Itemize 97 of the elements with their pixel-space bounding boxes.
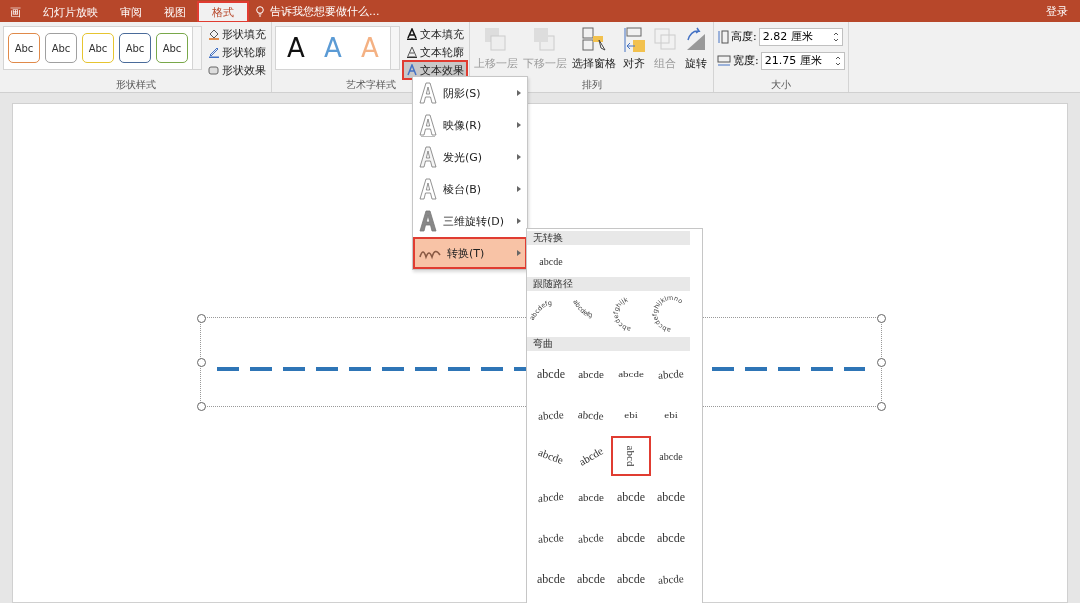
ribbon-button[interactable]: 旋转	[682, 26, 710, 71]
caret-icon	[517, 250, 521, 256]
resize-handle[interactable]	[877, 314, 886, 323]
menu-item[interactable]: 棱台(B)	[413, 173, 527, 205]
warp-preset[interactable]: abcde	[651, 518, 691, 558]
field-label: 高度:	[731, 29, 757, 44]
sign-in-link[interactable]: 登录	[1046, 3, 1068, 19]
width-icon	[717, 54, 731, 67]
warp-preset[interactable]: abcde	[571, 436, 611, 476]
spin-field[interactable]: 21.75 厘米	[760, 51, 845, 70]
ribbon-command[interactable]: 形状效果	[206, 62, 268, 78]
warp-preset[interactable]: ebi	[611, 395, 651, 435]
section-heading: 无转换	[527, 231, 690, 245]
caret-icon	[517, 122, 521, 128]
align-icon	[621, 26, 647, 54]
caret-icon	[517, 186, 521, 192]
warp-preset[interactable]: abcd	[611, 436, 651, 476]
warp-preset[interactable]: ebi	[651, 395, 691, 435]
warp-preset[interactable]: abcde	[531, 518, 571, 558]
ribbon-tab[interactable]: 审阅	[110, 2, 152, 22]
resize-handle[interactable]	[197, 314, 206, 323]
menu-item[interactable]: 转换(T)	[413, 237, 527, 269]
spinner-icon[interactable]	[834, 54, 841, 67]
ribbon-command[interactable]: 形状填充	[206, 26, 268, 42]
letter-outline-icon	[418, 145, 438, 169]
gallery-scrollbar[interactable]	[391, 26, 400, 70]
warp-preset[interactable]: abcde	[611, 354, 651, 394]
section-heading: 跟随路径	[527, 277, 690, 291]
ribbon-tab[interactable]: 幻灯片放映	[33, 2, 108, 22]
shape-effect-icon	[208, 64, 220, 76]
field-label: 宽度:	[733, 53, 759, 68]
shape-style-swatch[interactable]: Abc	[45, 33, 77, 63]
menu-item[interactable]: 阴影(S)	[413, 77, 527, 109]
ribbon-command[interactable]: 文本填充	[404, 26, 466, 42]
resize-handle[interactable]	[877, 402, 886, 411]
warp-preset[interactable]: abcde	[651, 436, 691, 476]
section-heading: 弯曲	[527, 337, 690, 351]
warp-preset[interactable]: abcde	[531, 248, 571, 274]
tell-me-field[interactable]: 告诉我您想要做什么...	[270, 3, 380, 19]
paint-bucket-icon	[208, 28, 220, 40]
group-label: 艺术字样式	[345, 78, 396, 92]
gallery-scrollbar[interactable]	[193, 26, 202, 70]
layers-icon	[483, 26, 509, 54]
warp-preset[interactable]: abcde	[571, 354, 611, 394]
menu-item[interactable]: 映像(R)	[413, 109, 527, 141]
shape-style-swatch[interactable]: Abc	[82, 33, 114, 63]
warp-preset[interactable]: abcde	[651, 559, 691, 599]
letter-outline-icon	[418, 209, 438, 233]
shape-style-swatch[interactable]: Abc	[156, 33, 188, 63]
menu-item[interactable]: 三维旋转(D)	[413, 205, 527, 237]
shape-style-swatch[interactable]: Abc	[119, 33, 151, 63]
layers-icon	[532, 26, 558, 54]
caret-icon	[517, 90, 521, 96]
ribbon-command[interactable]: 文本轮廓	[404, 44, 466, 60]
wordart-style[interactable]: A	[280, 33, 312, 63]
warp-preset[interactable]: abcde	[571, 559, 611, 599]
caret-icon	[517, 218, 521, 224]
warp-preset[interactable]: abcde	[531, 354, 571, 394]
group-label: 大小	[770, 78, 791, 92]
selection-pane-icon	[581, 26, 607, 54]
ribbon-tab[interactable]: 画	[0, 2, 31, 22]
letter-outline-icon	[418, 113, 438, 137]
warp-preset[interactable]: abcde	[651, 477, 691, 517]
letter-outline-icon	[418, 81, 438, 105]
warp-preset[interactable]: abcde	[571, 518, 611, 558]
warp-preset[interactable]: abcde	[531, 559, 571, 599]
ribbon-button[interactable]: 对齐	[620, 26, 648, 71]
caret-icon	[517, 154, 521, 160]
resize-handle[interactable]	[197, 402, 206, 411]
group-label: 排列	[581, 78, 602, 92]
resize-handle[interactable]	[197, 358, 206, 367]
outlined-letter-icon	[406, 46, 418, 58]
resize-handle[interactable]	[877, 358, 886, 367]
warp-preset[interactable]: abcde	[651, 354, 691, 394]
shape-style-swatch[interactable]: Abc	[8, 33, 40, 63]
pencil-icon	[208, 46, 220, 58]
warp-preset[interactable]: abcde	[611, 559, 651, 599]
warp-preset[interactable]: abcde	[531, 436, 571, 476]
height-icon	[717, 29, 729, 44]
underlined-letter-icon	[406, 28, 418, 40]
menu-item[interactable]: 发光(G)	[413, 141, 527, 173]
warp-preset[interactable]: abcde	[571, 477, 611, 517]
glowing-letter-icon	[406, 64, 418, 76]
warp-preset[interactable]: abcde	[611, 477, 651, 517]
letter-outline-icon	[418, 177, 438, 201]
ribbon-button[interactable]: 选择窗格	[571, 26, 617, 71]
ribbon-tab[interactable]: 格式	[198, 2, 248, 22]
spin-field[interactable]: 2.82 厘米	[758, 27, 843, 46]
ribbon-tab[interactable]: 视图	[154, 2, 196, 22]
group-label: 形状样式	[115, 78, 156, 92]
spinner-icon[interactable]	[832, 30, 839, 43]
warp-preset[interactable]: abcde	[611, 518, 651, 558]
warp-preset[interactable]: abcde	[531, 395, 571, 435]
warp-preset[interactable]: abcde	[531, 477, 571, 517]
ribbon-command[interactable]: 形状轮廓	[206, 44, 268, 60]
lightbulb-icon	[256, 5, 264, 17]
warp-preset[interactable]: abcde	[571, 395, 611, 435]
